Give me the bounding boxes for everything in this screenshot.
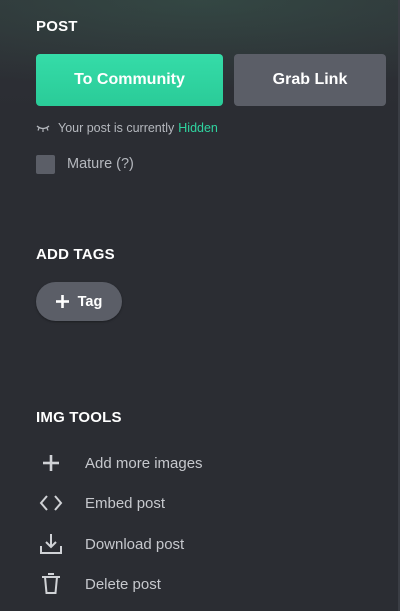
plus-icon bbox=[55, 295, 69, 308]
delete-post-button[interactable]: Delete post bbox=[36, 571, 161, 597]
mature-label[interactable]: Mature (?) bbox=[67, 156, 134, 172]
embed-post-button[interactable]: Embed post bbox=[36, 490, 165, 516]
download-icon bbox=[36, 531, 66, 557]
plus-icon bbox=[36, 450, 66, 476]
visibility-prefix-text: Your post is currently bbox=[58, 121, 175, 135]
code-icon bbox=[36, 490, 66, 516]
add-tag-label: Tag bbox=[77, 293, 103, 310]
add-more-images-button[interactable]: Add more images bbox=[36, 450, 203, 476]
add-more-images-label: Add more images bbox=[85, 454, 203, 472]
post-section-title: POST bbox=[36, 18, 78, 35]
visibility-state-text: Hidden bbox=[178, 121, 218, 135]
delete-post-label: Delete post bbox=[85, 575, 161, 593]
add-tags-section-title: ADD TAGS bbox=[36, 246, 115, 263]
img-tools-section-title: IMG TOOLS bbox=[36, 409, 122, 426]
visibility-status: Your post is currently Hidden bbox=[36, 120, 218, 136]
post-options-panel: POST To Community Grab Link Your post is… bbox=[0, 0, 400, 611]
grab-link-button[interactable]: Grab Link bbox=[234, 54, 386, 106]
eye-closed-icon bbox=[36, 122, 50, 134]
to-community-button[interactable]: To Community bbox=[36, 54, 223, 106]
mature-option[interactable]: Mature (?) bbox=[36, 154, 134, 174]
embed-post-label: Embed post bbox=[85, 494, 166, 512]
add-tag-button[interactable]: Tag bbox=[36, 282, 122, 321]
download-post-button[interactable]: Download post bbox=[36, 531, 184, 557]
trash-icon bbox=[36, 571, 66, 597]
download-post-label: Download post bbox=[85, 535, 185, 553]
mature-checkbox[interactable] bbox=[36, 154, 55, 174]
